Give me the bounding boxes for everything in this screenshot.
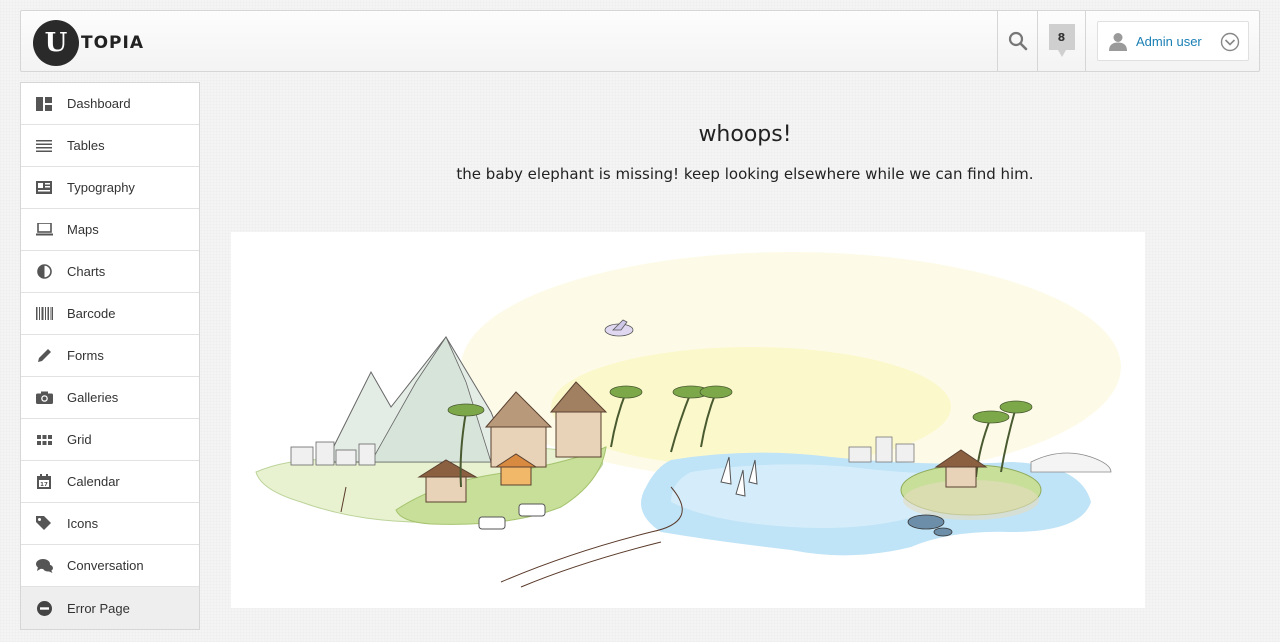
calendar-icon: 17 [21, 461, 67, 503]
sidebar-item-label: Calendar [67, 474, 120, 489]
sidebar-item-error-page[interactable]: Error Page [21, 587, 199, 629]
sidebar-item-dashboard[interactable]: Dashboard [21, 83, 199, 125]
logo-badge: U [33, 20, 79, 66]
sidebar-item-label: Maps [67, 222, 99, 237]
sidebar-item-calendar[interactable]: 17 Calendar [21, 461, 199, 503]
sidebar-item-typography[interactable]: Typography [21, 167, 199, 209]
sidebar-item-label: Barcode [67, 306, 116, 321]
sidebar-item-barcode[interactable]: Barcode [21, 293, 199, 335]
search-button[interactable] [997, 11, 1037, 71]
laptop-icon [21, 209, 67, 251]
sidebar-item-label: Icons [67, 516, 99, 531]
sidebar-item-label: Tables [67, 138, 105, 153]
chevron-down-icon[interactable] [1220, 32, 1240, 52]
grid-icon [21, 419, 67, 461]
search-icon [1008, 31, 1027, 51]
svg-text:17: 17 [40, 482, 48, 488]
pencil-icon [21, 335, 67, 377]
error-title: whoops! [698, 122, 792, 147]
sidebar-item-label: Error Page [67, 600, 130, 616]
pie-chart-icon [21, 251, 67, 293]
sidebar-item-maps[interactable]: Maps [21, 209, 199, 251]
chat-icon [21, 545, 67, 587]
user-menu[interactable]: Admin user [1097, 21, 1249, 61]
tag-icon [21, 503, 67, 545]
minus-circle-icon [21, 587, 67, 629]
sidebar-item-charts[interactable]: Charts [21, 251, 199, 293]
user-name: Admin user [1136, 33, 1202, 49]
logo-text: TOPIA [81, 33, 144, 53]
sidebar-item-label: Grid [67, 432, 92, 447]
sidebar-item-tables[interactable]: Tables [21, 125, 199, 167]
sidebar-item-galleries[interactable]: Galleries [21, 377, 199, 419]
sidebar-item-label: Galleries [67, 390, 119, 405]
error-message: the baby elephant is missing! keep looki… [456, 165, 1034, 183]
header-divider [1085, 11, 1086, 71]
sidebar-nav: Dashboard Tables Typography Maps Charts … [20, 82, 200, 630]
notification-count-badge: 8 [1048, 24, 1075, 57]
top-header: U TOPIA 8 Admin user [20, 10, 1260, 72]
sidebar-item-label: Charts [67, 264, 106, 279]
error-illustration [231, 232, 1145, 608]
sidebar-item-label: Typography [67, 180, 135, 195]
sidebar-item-label: Dashboard [67, 96, 131, 111]
sidebar-item-forms[interactable]: Forms [21, 335, 199, 377]
sidebar-item-label: Conversation [67, 558, 144, 573]
sidebar-item-icons[interactable]: Icons [21, 503, 199, 545]
app-logo[interactable]: U TOPIA [33, 19, 144, 67]
camera-icon [21, 377, 67, 419]
notifications-button[interactable]: 8 [1037, 11, 1085, 71]
user-avatar-icon [1109, 33, 1127, 51]
logo-letter: U [44, 28, 68, 58]
sidebar-item-label: Forms [67, 348, 104, 363]
sidebar-item-conversation[interactable]: Conversation [21, 545, 199, 587]
sidebar-item-grid[interactable]: Grid [21, 419, 199, 461]
tables-icon [21, 125, 67, 167]
typography-icon [21, 167, 67, 209]
dashboard-icon [21, 83, 67, 125]
barcode-icon [21, 293, 67, 335]
landscape-illustration [255, 252, 1121, 588]
